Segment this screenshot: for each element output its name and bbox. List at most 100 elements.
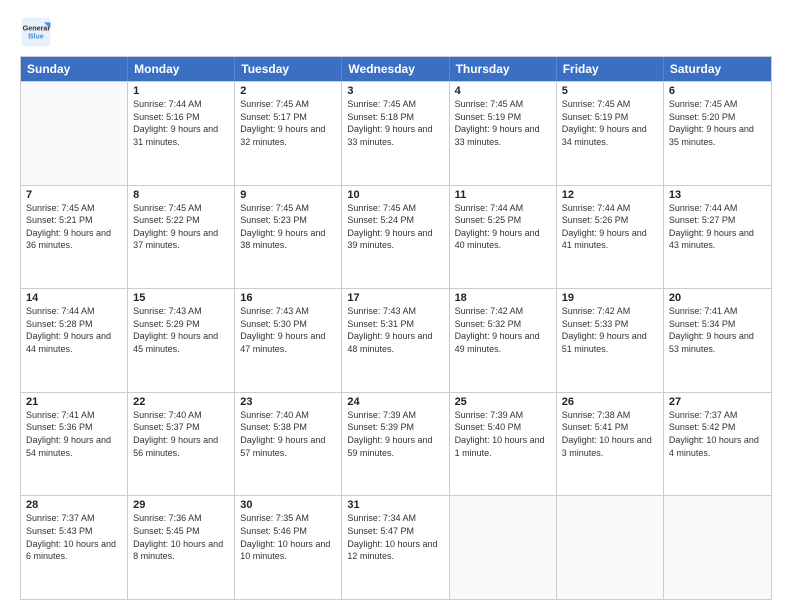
- day-number: 30: [240, 499, 336, 511]
- day-info: Sunrise: 7:45 AMSunset: 5:23 PMDaylight:…: [240, 202, 336, 252]
- calendar-cell: 15Sunrise: 7:43 AMSunset: 5:29 PMDayligh…: [128, 289, 235, 392]
- calendar-cell: 8Sunrise: 7:45 AMSunset: 5:22 PMDaylight…: [128, 186, 235, 289]
- day-info: Sunrise: 7:40 AMSunset: 5:38 PMDaylight:…: [240, 409, 336, 459]
- day-info: Sunrise: 7:44 AMSunset: 5:25 PMDaylight:…: [455, 202, 551, 252]
- calendar-week-4: 21Sunrise: 7:41 AMSunset: 5:36 PMDayligh…: [21, 392, 771, 496]
- day-info: Sunrise: 7:43 AMSunset: 5:30 PMDaylight:…: [240, 305, 336, 355]
- page: General Blue SundayMondayTuesdayWednesda…: [0, 0, 792, 612]
- calendar-cell: 24Sunrise: 7:39 AMSunset: 5:39 PMDayligh…: [342, 393, 449, 496]
- day-info: Sunrise: 7:43 AMSunset: 5:31 PMDaylight:…: [347, 305, 443, 355]
- day-number: 16: [240, 292, 336, 304]
- day-number: 3: [347, 85, 443, 97]
- calendar-week-3: 14Sunrise: 7:44 AMSunset: 5:28 PMDayligh…: [21, 288, 771, 392]
- calendar-week-2: 7Sunrise: 7:45 AMSunset: 5:21 PMDaylight…: [21, 185, 771, 289]
- day-info: Sunrise: 7:37 AMSunset: 5:42 PMDaylight:…: [669, 409, 766, 459]
- calendar-week-5: 28Sunrise: 7:37 AMSunset: 5:43 PMDayligh…: [21, 495, 771, 599]
- day-info: Sunrise: 7:35 AMSunset: 5:46 PMDaylight:…: [240, 512, 336, 562]
- day-number: 1: [133, 85, 229, 97]
- day-number: 19: [562, 292, 658, 304]
- day-number: 8: [133, 189, 229, 201]
- calendar-cell: 26Sunrise: 7:38 AMSunset: 5:41 PMDayligh…: [557, 393, 664, 496]
- calendar-cell: 31Sunrise: 7:34 AMSunset: 5:47 PMDayligh…: [342, 496, 449, 599]
- calendar-cell: 13Sunrise: 7:44 AMSunset: 5:27 PMDayligh…: [664, 186, 771, 289]
- calendar-header-tuesday: Tuesday: [235, 57, 342, 81]
- calendar-cell: 25Sunrise: 7:39 AMSunset: 5:40 PMDayligh…: [450, 393, 557, 496]
- calendar-cell: 10Sunrise: 7:45 AMSunset: 5:24 PMDayligh…: [342, 186, 449, 289]
- day-number: 7: [26, 189, 122, 201]
- calendar-header-thursday: Thursday: [450, 57, 557, 81]
- day-info: Sunrise: 7:42 AMSunset: 5:32 PMDaylight:…: [455, 305, 551, 355]
- day-info: Sunrise: 7:42 AMSunset: 5:33 PMDaylight:…: [562, 305, 658, 355]
- header: General Blue: [20, 16, 772, 48]
- day-info: Sunrise: 7:44 AMSunset: 5:16 PMDaylight:…: [133, 98, 229, 148]
- day-info: Sunrise: 7:45 AMSunset: 5:21 PMDaylight:…: [26, 202, 122, 252]
- day-number: 6: [669, 85, 766, 97]
- day-number: 21: [26, 396, 122, 408]
- calendar-cell: [664, 496, 771, 599]
- day-info: Sunrise: 7:36 AMSunset: 5:45 PMDaylight:…: [133, 512, 229, 562]
- day-info: Sunrise: 7:45 AMSunset: 5:18 PMDaylight:…: [347, 98, 443, 148]
- day-info: Sunrise: 7:40 AMSunset: 5:37 PMDaylight:…: [133, 409, 229, 459]
- calendar-cell: 1Sunrise: 7:44 AMSunset: 5:16 PMDaylight…: [128, 82, 235, 185]
- day-number: 4: [455, 85, 551, 97]
- calendar-cell: 20Sunrise: 7:41 AMSunset: 5:34 PMDayligh…: [664, 289, 771, 392]
- day-info: Sunrise: 7:38 AMSunset: 5:41 PMDaylight:…: [562, 409, 658, 459]
- calendar-cell: 27Sunrise: 7:37 AMSunset: 5:42 PMDayligh…: [664, 393, 771, 496]
- day-number: 11: [455, 189, 551, 201]
- day-number: 31: [347, 499, 443, 511]
- calendar-cell: 21Sunrise: 7:41 AMSunset: 5:36 PMDayligh…: [21, 393, 128, 496]
- day-info: Sunrise: 7:39 AMSunset: 5:39 PMDaylight:…: [347, 409, 443, 459]
- day-number: 18: [455, 292, 551, 304]
- calendar-header-saturday: Saturday: [664, 57, 771, 81]
- day-info: Sunrise: 7:44 AMSunset: 5:28 PMDaylight:…: [26, 305, 122, 355]
- svg-text:Blue: Blue: [28, 31, 44, 40]
- day-number: 9: [240, 189, 336, 201]
- day-info: Sunrise: 7:45 AMSunset: 5:17 PMDaylight:…: [240, 98, 336, 148]
- calendar-header-friday: Friday: [557, 57, 664, 81]
- day-info: Sunrise: 7:45 AMSunset: 5:19 PMDaylight:…: [455, 98, 551, 148]
- calendar: SundayMondayTuesdayWednesdayThursdayFrid…: [20, 56, 772, 600]
- day-number: 24: [347, 396, 443, 408]
- day-info: Sunrise: 7:43 AMSunset: 5:29 PMDaylight:…: [133, 305, 229, 355]
- calendar-cell: 16Sunrise: 7:43 AMSunset: 5:30 PMDayligh…: [235, 289, 342, 392]
- day-number: 28: [26, 499, 122, 511]
- calendar-cell: 7Sunrise: 7:45 AMSunset: 5:21 PMDaylight…: [21, 186, 128, 289]
- calendar-cell: [21, 82, 128, 185]
- day-info: Sunrise: 7:45 AMSunset: 5:24 PMDaylight:…: [347, 202, 443, 252]
- day-info: Sunrise: 7:37 AMSunset: 5:43 PMDaylight:…: [26, 512, 122, 562]
- calendar-cell: 23Sunrise: 7:40 AMSunset: 5:38 PMDayligh…: [235, 393, 342, 496]
- calendar-cell: 17Sunrise: 7:43 AMSunset: 5:31 PMDayligh…: [342, 289, 449, 392]
- day-number: 20: [669, 292, 766, 304]
- calendar-header-sunday: Sunday: [21, 57, 128, 81]
- calendar-header-wednesday: Wednesday: [342, 57, 449, 81]
- calendar-cell: 18Sunrise: 7:42 AMSunset: 5:32 PMDayligh…: [450, 289, 557, 392]
- calendar-header-monday: Monday: [128, 57, 235, 81]
- calendar-cell: 28Sunrise: 7:37 AMSunset: 5:43 PMDayligh…: [21, 496, 128, 599]
- day-info: Sunrise: 7:39 AMSunset: 5:40 PMDaylight:…: [455, 409, 551, 459]
- calendar-cell: [557, 496, 664, 599]
- day-number: 2: [240, 85, 336, 97]
- day-number: 25: [455, 396, 551, 408]
- calendar-cell: [450, 496, 557, 599]
- day-info: Sunrise: 7:45 AMSunset: 5:22 PMDaylight:…: [133, 202, 229, 252]
- day-number: 23: [240, 396, 336, 408]
- day-number: 17: [347, 292, 443, 304]
- calendar-cell: 3Sunrise: 7:45 AMSunset: 5:18 PMDaylight…: [342, 82, 449, 185]
- calendar-cell: 9Sunrise: 7:45 AMSunset: 5:23 PMDaylight…: [235, 186, 342, 289]
- day-info: Sunrise: 7:44 AMSunset: 5:26 PMDaylight:…: [562, 202, 658, 252]
- day-info: Sunrise: 7:45 AMSunset: 5:19 PMDaylight:…: [562, 98, 658, 148]
- calendar-cell: 12Sunrise: 7:44 AMSunset: 5:26 PMDayligh…: [557, 186, 664, 289]
- logo: General Blue: [20, 16, 52, 48]
- day-number: 12: [562, 189, 658, 201]
- logo-icon: General Blue: [20, 16, 52, 48]
- calendar-header-row: SundayMondayTuesdayWednesdayThursdayFrid…: [21, 57, 771, 81]
- day-number: 15: [133, 292, 229, 304]
- calendar-cell: 29Sunrise: 7:36 AMSunset: 5:45 PMDayligh…: [128, 496, 235, 599]
- calendar-cell: 5Sunrise: 7:45 AMSunset: 5:19 PMDaylight…: [557, 82, 664, 185]
- day-number: 5: [562, 85, 658, 97]
- day-info: Sunrise: 7:41 AMSunset: 5:34 PMDaylight:…: [669, 305, 766, 355]
- day-info: Sunrise: 7:34 AMSunset: 5:47 PMDaylight:…: [347, 512, 443, 562]
- calendar-cell: 4Sunrise: 7:45 AMSunset: 5:19 PMDaylight…: [450, 82, 557, 185]
- day-info: Sunrise: 7:41 AMSunset: 5:36 PMDaylight:…: [26, 409, 122, 459]
- calendar-body: 1Sunrise: 7:44 AMSunset: 5:16 PMDaylight…: [21, 81, 771, 599]
